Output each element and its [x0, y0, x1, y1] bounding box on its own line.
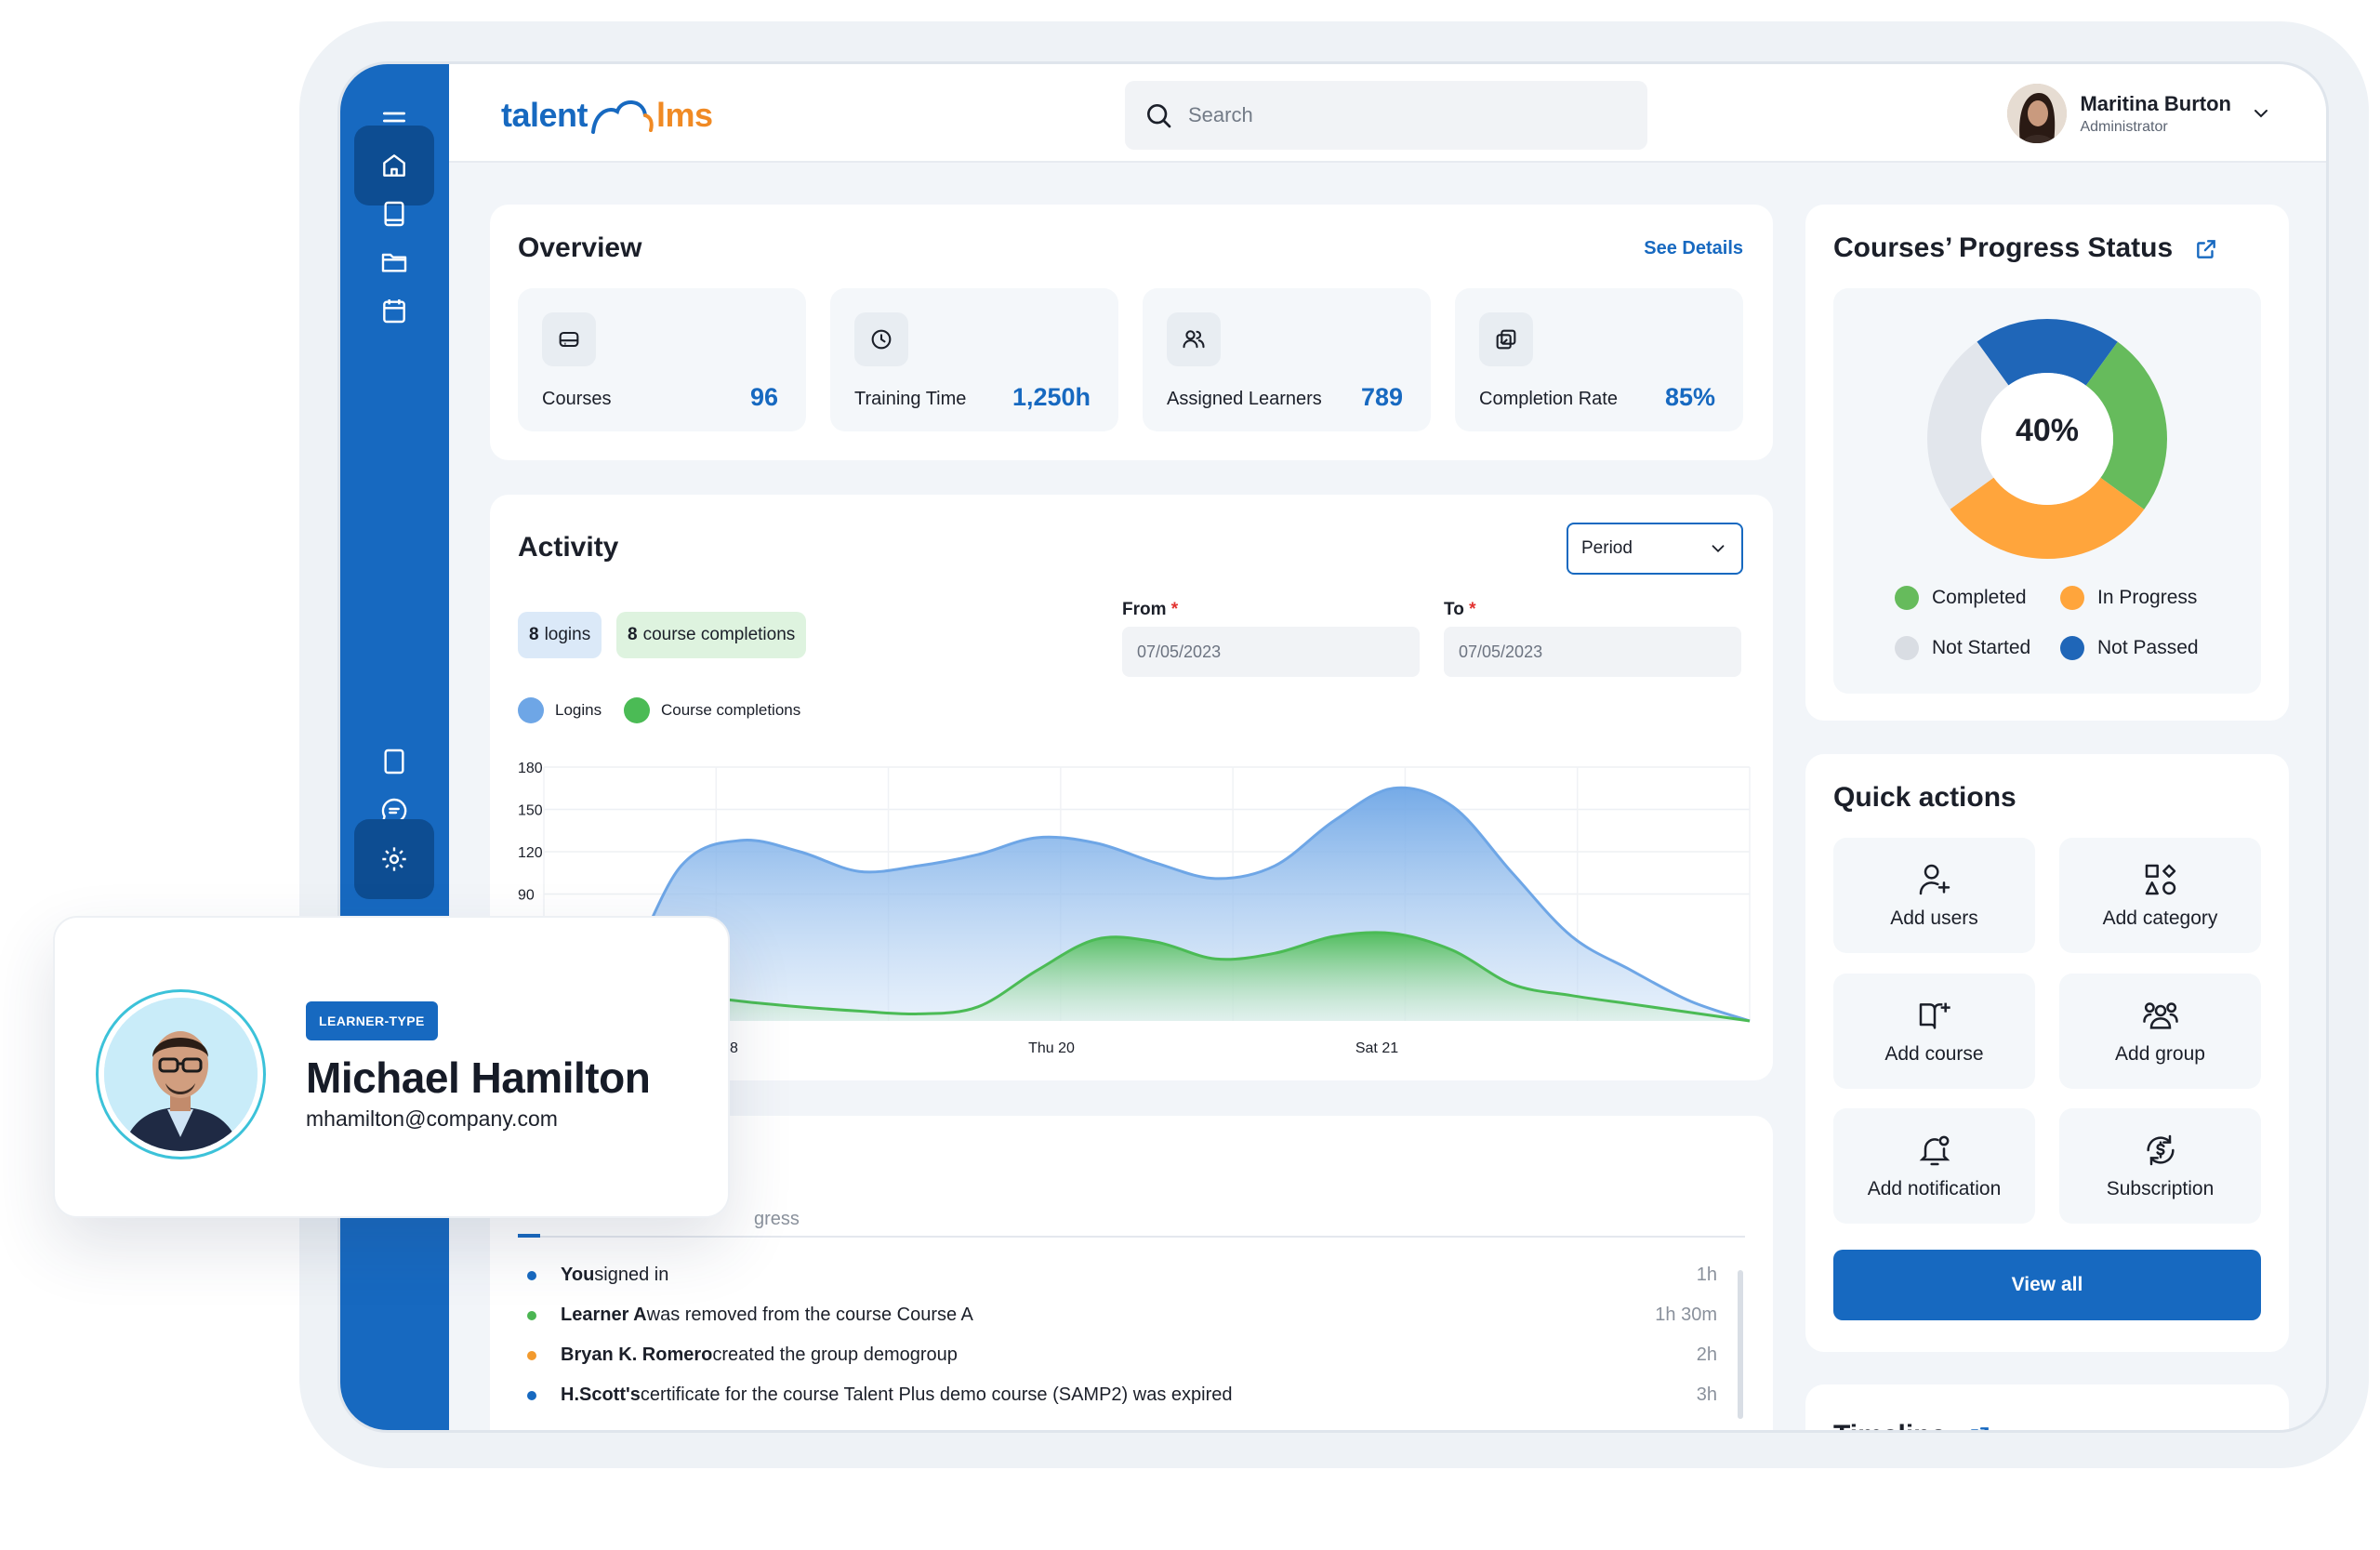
- tabs-divider: [518, 1236, 1745, 1238]
- avatar: [2007, 84, 2068, 143]
- add-group-button[interactable]: Add group: [2059, 974, 2261, 1089]
- avatar-ring: [96, 989, 266, 1159]
- stat-value: 789: [1360, 383, 1403, 411]
- progress-donut-chart: 40%: [1927, 319, 2167, 559]
- add-course-icon: [1919, 1002, 1950, 1029]
- log-bullet: [527, 1310, 536, 1320]
- completion-icon: [1479, 312, 1533, 366]
- stat-value: 96: [749, 383, 778, 411]
- log-time: 1h: [1696, 1265, 1717, 1285]
- log-time: 3h: [1696, 1384, 1717, 1405]
- calendar-icon: [383, 299, 405, 324]
- tab-progress[interactable]: gress: [754, 1209, 800, 1230]
- avatar: [104, 998, 258, 1151]
- add-notification-button[interactable]: Add notification: [1833, 1108, 2035, 1224]
- stat-assigned-learners[interactable]: Assigned Learners 789: [1143, 288, 1431, 431]
- stat-value: 1,250h: [1012, 383, 1091, 411]
- chevron-down-icon[interactable]: [2250, 102, 2272, 125]
- logo-text-talent: talent: [501, 96, 588, 134]
- group-icon: [2142, 1002, 2178, 1029]
- legend-not-passed: Not Passed: [2060, 636, 2199, 660]
- stat-label: Assigned Learners: [1167, 389, 1322, 409]
- sidebar: [340, 64, 449, 1430]
- log-row[interactable]: Bryan K. Romero created the group demogr…: [527, 1345, 1717, 1366]
- subscription-button[interactable]: Subscription: [2059, 1108, 2261, 1224]
- donut-center-label: 40%: [2016, 413, 2079, 448]
- legend-completed: Completed: [1895, 586, 2027, 610]
- gear-icon: [382, 847, 406, 871]
- profile-name: Michael Hamilton: [306, 1053, 651, 1102]
- progress-title: Courses’ Progress Status: [1833, 232, 2218, 264]
- stat-label: Courses: [542, 389, 612, 409]
- search-icon: [1147, 104, 1171, 128]
- user-name: Maritina Burton: [2080, 91, 2231, 115]
- clock-icon: [854, 312, 908, 366]
- y-tick-label: 180: [518, 761, 543, 776]
- donut-panel: 40% Completed In Progress Not Started No…: [1833, 288, 2261, 694]
- subscription-icon: [2146, 1134, 2175, 1166]
- overview-title: Overview: [518, 232, 642, 263]
- add-category-button[interactable]: Add category: [2059, 838, 2261, 953]
- view-all-button[interactable]: View all: [1833, 1250, 2261, 1320]
- stat-label: Training Time: [854, 389, 967, 409]
- learner-profile-card[interactable]: LEARNER-TYPE Michael Hamilton mhamilton@…: [53, 916, 730, 1218]
- log-time: 2h: [1696, 1345, 1717, 1365]
- y-tick-label: 150: [518, 803, 543, 819]
- add-user-icon: [1919, 864, 1950, 895]
- log-row[interactable]: Learner A was removed from the course Co…: [527, 1305, 1717, 1326]
- log-row[interactable]: You signed in 1h: [527, 1265, 1717, 1286]
- y-tick-label: 120: [518, 845, 543, 861]
- courses-progress-card: Courses’ Progress Status 40% Completed I…: [1805, 205, 2289, 721]
- stat-label: Completion Rate: [1479, 389, 1618, 409]
- category-icon: [2145, 864, 2175, 895]
- cloud-logo-icon: [591, 100, 654, 134]
- stat-training-time[interactable]: Training Time 1,250h: [830, 288, 1118, 431]
- scrollbar[interactable]: [1738, 1270, 1743, 1419]
- talentlms-logo[interactable]: talent lms: [501, 92, 713, 139]
- overview-card: Overview See Details Courses 96 Training…: [490, 205, 1773, 460]
- search-bar[interactable]: [1125, 81, 1647, 150]
- learner-type-badge: LEARNER-TYPE: [306, 1001, 438, 1040]
- timeline-card: Timeline: [1805, 1384, 2289, 1433]
- sidebar-item-calendar[interactable]: [354, 271, 434, 351]
- see-details-link[interactable]: See Details: [1644, 238, 1743, 259]
- user-role: Administrator: [2080, 118, 2168, 135]
- log-bullet: [527, 1350, 536, 1360]
- stat-courses[interactable]: Courses 96: [518, 288, 806, 431]
- sidebar-item-settings[interactable]: [354, 819, 434, 899]
- log-bullet: [527, 1390, 536, 1400]
- logo-text-lms: lms: [656, 96, 713, 134]
- profile-email: mhamilton@company.com: [306, 1106, 558, 1131]
- external-link-icon[interactable]: [1967, 1424, 1991, 1433]
- learners-icon: [1167, 312, 1221, 366]
- y-tick-label: 90: [518, 888, 535, 904]
- legend-not-started: Not Started: [1895, 636, 2030, 660]
- courses-icon: [542, 312, 596, 366]
- user-menu[interactable]: Maritina Burton Administrator: [2007, 80, 2272, 147]
- log-row[interactable]: H.Scott's certificate for the course Tal…: [527, 1384, 1717, 1406]
- add-course-button[interactable]: Add course: [1833, 974, 2035, 1089]
- add-users-button[interactable]: Add users: [1833, 838, 2035, 953]
- external-link-icon[interactable]: [2194, 237, 2218, 261]
- x-tick-label: Thu 20: [1028, 1040, 1075, 1056]
- log-bullet: [527, 1270, 536, 1280]
- legend-in-progress: In Progress: [2060, 586, 2197, 610]
- log-time: 1h 30m: [1655, 1305, 1717, 1325]
- quick-actions-card: Quick actions Add users Add category Add…: [1805, 754, 2289, 1352]
- stat-completion-rate[interactable]: Completion Rate 85%: [1455, 288, 1743, 431]
- stat-value: 85%: [1664, 383, 1715, 411]
- timeline-title: Timeline: [1833, 1420, 1991, 1433]
- notification-icon: [1919, 1135, 1950, 1166]
- top-bar: talent lms Maritina Burton Ad: [449, 64, 2326, 163]
- app-screen: talent lms Maritina Burton Ad: [337, 61, 2329, 1433]
- x-tick-label: Sat 21: [1355, 1040, 1398, 1056]
- quick-actions-title: Quick actions: [1833, 782, 2016, 813]
- tab-active-indicator: [518, 1234, 540, 1238]
- search-input[interactable]: [1188, 103, 1597, 127]
